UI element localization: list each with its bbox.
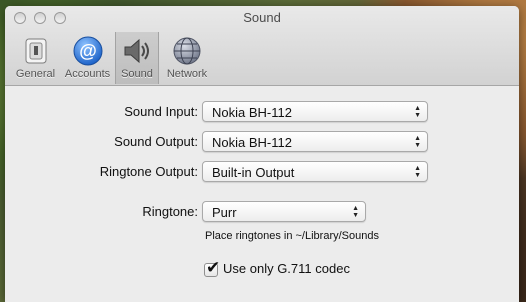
ringtone-select[interactable]: Purr ▲ ▼	[202, 201, 366, 222]
popup-arrows-icon: ▲ ▼	[414, 135, 421, 149]
ringtone-output-label: Ringtone Output:	[99, 164, 198, 179]
sound-output-label: Sound Output:	[114, 134, 198, 149]
window-title: Sound	[243, 10, 281, 25]
ringtone-hint: Place ringtones in ~/Library/Sounds	[205, 230, 379, 242]
sound-input-label: Sound Input:	[124, 104, 198, 119]
ringtone-value: Purr	[212, 205, 237, 220]
ringtone-hint-row: Place ringtones in ~/Library/Sounds	[5, 230, 519, 252]
popup-arrows-icon: ▲ ▼	[414, 105, 421, 119]
ringtone-output-value: Built-in Output	[212, 165, 295, 180]
sound-settings-pane: Sound Input: Nokia BH-112 ▲ ▼ Sound Outpu…	[5, 86, 519, 302]
switch-icon	[25, 38, 46, 64]
tab-general[interactable]: General	[11, 32, 60, 84]
g711-checkbox[interactable]: ✔	[204, 258, 220, 277]
window-toolbar: Sound General @ Accounts Sound Network	[5, 6, 519, 86]
svg-text:@: @	[79, 41, 97, 61]
popup-arrows-icon: ▲ ▼	[414, 165, 421, 179]
title-bar: Sound	[5, 6, 519, 28]
tab-network-label: Network	[166, 68, 208, 80]
tab-accounts[interactable]: @ Accounts	[60, 32, 115, 84]
ringtone-row: Ringtone: Purr ▲ ▼	[5, 201, 519, 223]
sound-output-select[interactable]: Nokia BH-112 ▲ ▼	[202, 131, 428, 152]
sound-output-row: Sound Output: Nokia BH-112 ▲ ▼	[5, 131, 519, 153]
g711-row: ✔ Use only G.711 codec	[5, 258, 519, 285]
tab-sound-label: Sound	[121, 68, 153, 80]
sound-input-select[interactable]: Nokia BH-112 ▲ ▼	[202, 101, 428, 122]
speaker-icon	[124, 38, 149, 64]
sound-input-row: Sound Input: Nokia BH-112 ▲ ▼	[5, 101, 519, 123]
ringtone-label: Ringtone:	[142, 204, 198, 219]
globe-network-icon	[173, 37, 201, 65]
tab-accounts-label: Accounts	[64, 68, 111, 80]
checkmark-icon: ✔	[206, 258, 221, 277]
preference-tabs: General @ Accounts Sound Network	[11, 32, 215, 84]
tab-general-label: General	[15, 68, 56, 80]
popup-arrows-icon: ▲ ▼	[352, 205, 359, 219]
ringtone-output-select[interactable]: Built-in Output ▲ ▼	[202, 161, 428, 182]
tab-network[interactable]: Network	[159, 32, 215, 84]
g711-label[interactable]: Use only G.711 codec	[223, 261, 350, 276]
at-sign-icon: @	[73, 36, 102, 66]
sound-input-value: Nokia BH-112	[212, 105, 292, 120]
tab-sound[interactable]: Sound	[115, 32, 159, 84]
sound-output-value: Nokia BH-112	[212, 135, 292, 150]
preferences-window: Sound General @ Accounts Sound Network S…	[5, 6, 519, 302]
ringtone-output-row: Ringtone Output: Built-in Output ▲ ▼	[5, 161, 519, 183]
